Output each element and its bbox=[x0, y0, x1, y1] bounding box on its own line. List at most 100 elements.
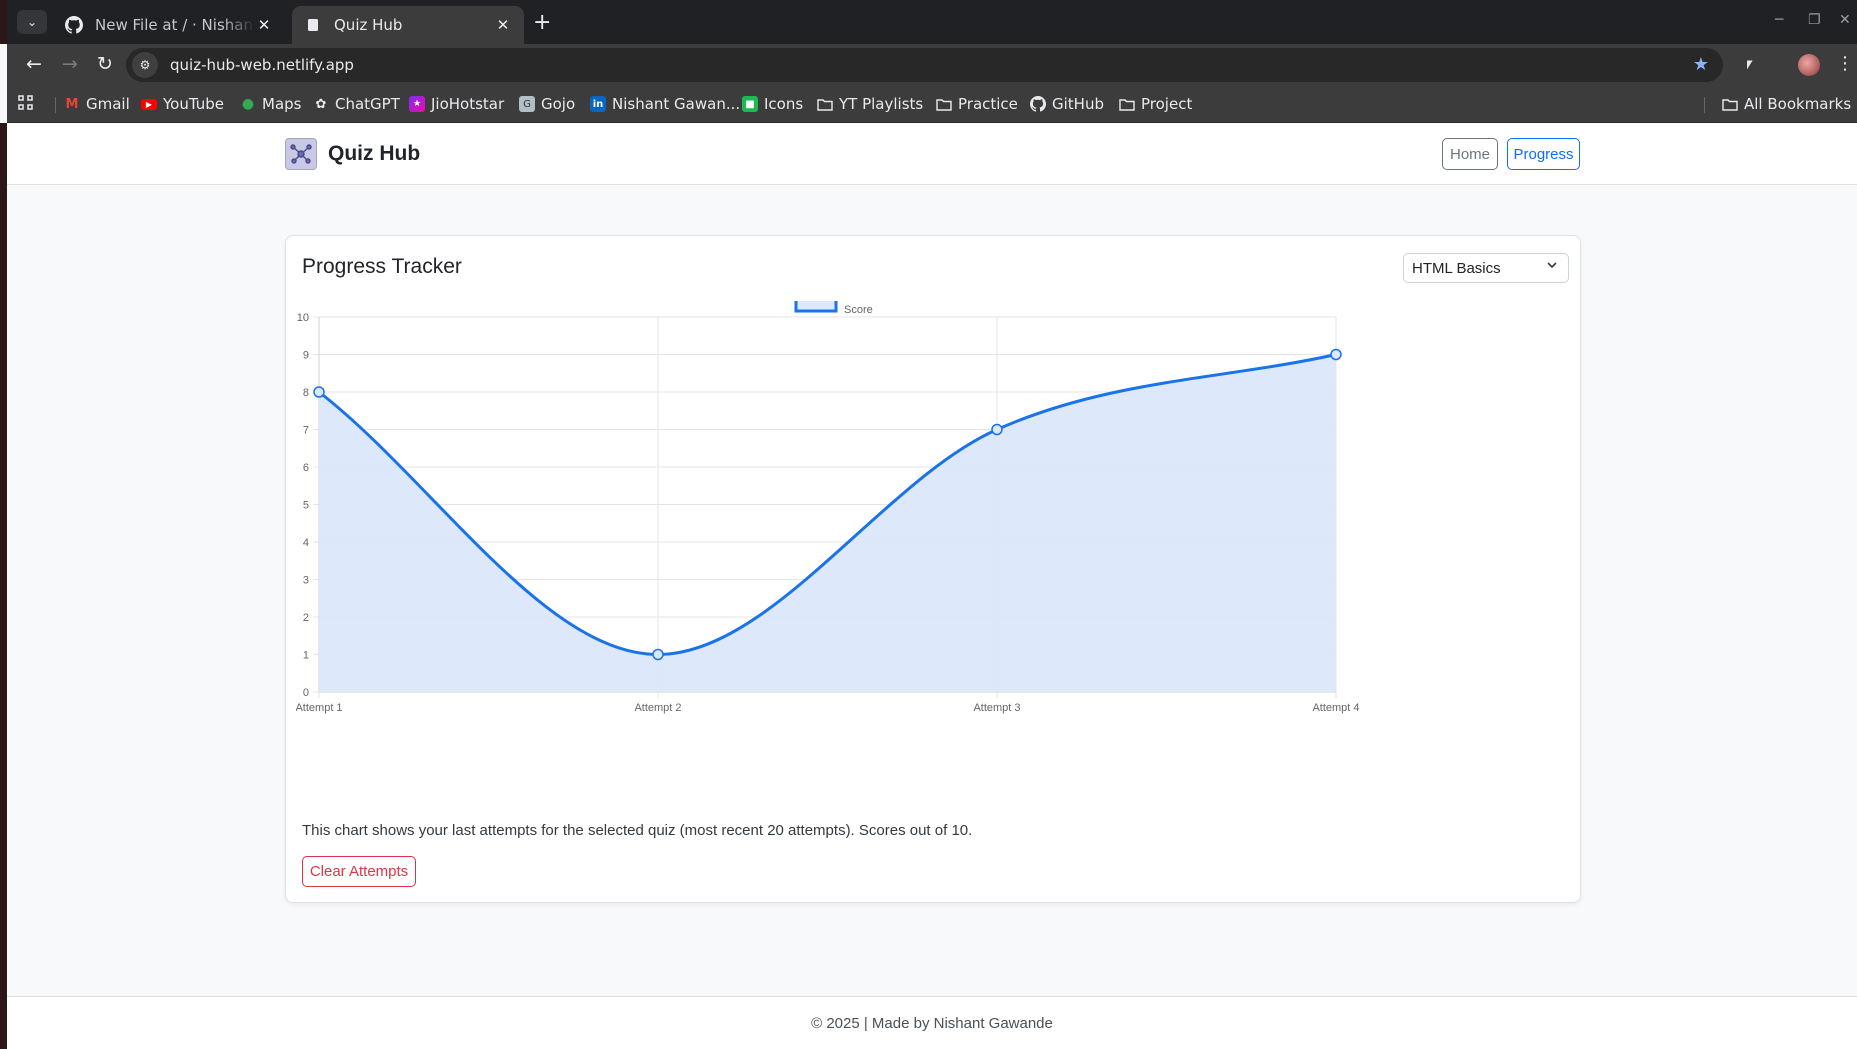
all-bookmarks-folder[interactable]: All Bookmarks bbox=[1722, 95, 1851, 113]
quiz-hub-logo-icon[interactable] bbox=[285, 138, 317, 170]
menu-icon[interactable]: ⋮ bbox=[1836, 53, 1854, 74]
bookmark-folder-practice[interactable]: Practice bbox=[936, 95, 1018, 113]
progress-button[interactable]: Progress bbox=[1507, 138, 1580, 170]
bookmark-folder-yt-playlists[interactable]: YT Playlists bbox=[817, 95, 923, 113]
bookmark-label: YT Playlists bbox=[839, 95, 924, 113]
site-info-icon[interactable]: ⚙ bbox=[132, 52, 158, 78]
card-title: Progress Tracker bbox=[302, 255, 462, 278]
url-text[interactable]: quiz-hub-web.netlify.app bbox=[170, 56, 354, 74]
back-icon[interactable]: ← bbox=[22, 53, 46, 75]
clear-attempts-button[interactable]: Clear Attempts bbox=[302, 856, 416, 887]
icons-icon: ■ bbox=[742, 96, 758, 112]
bookmark-label: ChatGPT bbox=[335, 95, 400, 113]
new-tab-icon[interactable]: + bbox=[533, 10, 551, 35]
y-tick-label: 7 bbox=[303, 425, 309, 437]
github-icon bbox=[65, 16, 83, 34]
linkedin-icon: in bbox=[590, 96, 606, 112]
y-tick-label: 3 bbox=[303, 575, 309, 587]
tab-title: New File at / · Nishantsgawande/Quiz-Hub bbox=[95, 16, 255, 34]
bookmark-label: All Bookmarks bbox=[1744, 95, 1852, 113]
tab-active[interactable]: Quiz Hub ✕ bbox=[292, 6, 524, 44]
y-tick-label: 8 bbox=[303, 387, 309, 399]
score-point[interactable] bbox=[652, 648, 664, 661]
folder-icon bbox=[1119, 96, 1135, 112]
jiohotstar-icon: ★ bbox=[409, 96, 425, 112]
close-icon[interactable]: ✕ bbox=[494, 16, 512, 34]
bookmark-label: Gmail bbox=[86, 95, 130, 113]
chart-legend[interactable]: Score bbox=[794, 301, 873, 316]
close-window-icon[interactable]: ✕ bbox=[1839, 12, 1851, 28]
extensions-icon[interactable]: ⎖ bbox=[1742, 53, 1756, 74]
chatgpt-icon: ✿ bbox=[315, 96, 327, 112]
bookmark-star-icon[interactable]: ★ bbox=[1693, 54, 1709, 75]
progress-chart: 0 1 2 3 4 5 6 7 8 9 10 Attempt 1 Attempt 2 Attempt 3… bbox=[296, 301, 1360, 714]
progress-card: Progress Tracker HTML Basics 0 1 2 3 4 5 6 7 8 9 1… bbox=[285, 235, 1581, 903]
bookmark-youtube[interactable]: ▶ YouTube bbox=[141, 95, 224, 113]
tab-inactive[interactable]: New File at / · Nishantsgawande/Quiz-Hub… bbox=[53, 6, 285, 44]
x-tick-label: Attempt 4 bbox=[1312, 702, 1359, 714]
tab-search-icon[interactable]: ⌄ bbox=[17, 10, 47, 34]
legend-label: Score bbox=[844, 304, 873, 316]
bookmark-maps[interactable]: ● Maps bbox=[240, 95, 302, 113]
x-tick-label: Attempt 2 bbox=[634, 702, 681, 714]
maps-icon: ● bbox=[241, 96, 255, 112]
home-button[interactable]: Home bbox=[1442, 138, 1498, 170]
minimize-icon[interactable]: ─ bbox=[1775, 12, 1783, 28]
bookmark-label: Gojo bbox=[541, 95, 576, 113]
bookmark-gmail[interactable]: M Gmail bbox=[64, 95, 130, 113]
address-bar[interactable]: ⚙ quiz-hub-web.netlify.app ★ bbox=[126, 48, 1723, 82]
bookmark-label: Nishant Gawan... bbox=[612, 95, 741, 113]
y-tick-label: 5 bbox=[303, 500, 309, 512]
web-page: Quiz Hub Home Progress Progress Tracker … bbox=[7, 123, 1857, 1049]
restore-icon[interactable]: ❐ bbox=[1808, 12, 1821, 28]
gmail-icon: M bbox=[65, 96, 79, 112]
bookmark-label: Icons bbox=[764, 95, 804, 113]
site-navbar: Quiz Hub Home Progress bbox=[7, 123, 1857, 185]
bookmark-label: JioHotstar bbox=[431, 95, 505, 113]
site-footer: © 2025 | Made by Nishant Gawande bbox=[7, 996, 1857, 1049]
y-tick-label: 2 bbox=[303, 612, 309, 624]
folder-icon bbox=[1722, 96, 1738, 112]
bookmark-label: GitHub bbox=[1052, 95, 1104, 113]
tab-title: Quiz Hub bbox=[334, 16, 403, 34]
bookmark-jiohotstar[interactable]: ★ JioHotstar bbox=[409, 95, 504, 113]
chevron-down-icon bbox=[1546, 259, 1558, 274]
desktop-edge bbox=[0, 123, 7, 1049]
quiz-select-value: HTML Basics bbox=[1412, 259, 1501, 277]
folder-icon bbox=[936, 96, 952, 112]
apps-grid-icon[interactable] bbox=[18, 95, 33, 110]
y-tick-label: 4 bbox=[303, 537, 309, 549]
github-icon bbox=[1030, 96, 1046, 112]
quiz-select[interactable]: HTML Basics bbox=[1403, 253, 1569, 283]
bookmark-chatgpt[interactable]: ✿ ChatGPT bbox=[313, 95, 400, 113]
bookmark-label: Maps bbox=[262, 95, 302, 113]
y-tick-label: 0 bbox=[303, 687, 309, 699]
x-tick-label: Attempt 1 bbox=[296, 702, 343, 714]
x-axis-ticks: Attempt 1 Attempt 2 Attempt 3 Attempt 4 bbox=[296, 702, 1360, 714]
bookmark-github[interactable]: GitHub bbox=[1030, 95, 1104, 113]
youtube-icon: ▶ bbox=[141, 98, 157, 110]
forward-icon[interactable]: → bbox=[58, 53, 82, 75]
brand-title[interactable]: Quiz Hub bbox=[328, 142, 420, 166]
page-icon bbox=[304, 16, 322, 34]
avatar[interactable] bbox=[1798, 54, 1820, 76]
score-area-fill bbox=[319, 354, 1336, 692]
bookmarks-bar: M Gmail ▶ YouTube ● Maps ✿ ChatGPT ★ Jio… bbox=[7, 86, 1857, 123]
score-point[interactable] bbox=[313, 386, 325, 398]
bookmark-icons[interactable]: ■ Icons bbox=[742, 95, 803, 113]
legend-swatch bbox=[794, 301, 838, 313]
close-icon[interactable]: ✕ bbox=[255, 16, 273, 34]
bookmarks-divider bbox=[55, 97, 56, 113]
score-point[interactable] bbox=[991, 423, 1003, 436]
bookmark-linkedin[interactable]: in Nishant Gawan... bbox=[590, 95, 740, 113]
browser-toolbar: ← → ↻ ⚙ quiz-hub-web.netlify.app ★ ⎖ ⋮ bbox=[7, 44, 1857, 86]
gojo-icon: G bbox=[519, 96, 535, 112]
folder-icon bbox=[817, 96, 833, 112]
chart-note: This chart shows your last attempts for … bbox=[302, 822, 973, 839]
reload-icon[interactable]: ↻ bbox=[93, 53, 117, 75]
bookmark-gojo[interactable]: G Gojo bbox=[519, 95, 575, 113]
x-tick-label: Attempt 3 bbox=[973, 702, 1020, 714]
bookmark-folder-project[interactable]: Project bbox=[1119, 95, 1192, 113]
y-tick-label: 9 bbox=[303, 350, 309, 362]
score-point[interactable] bbox=[1330, 348, 1342, 361]
